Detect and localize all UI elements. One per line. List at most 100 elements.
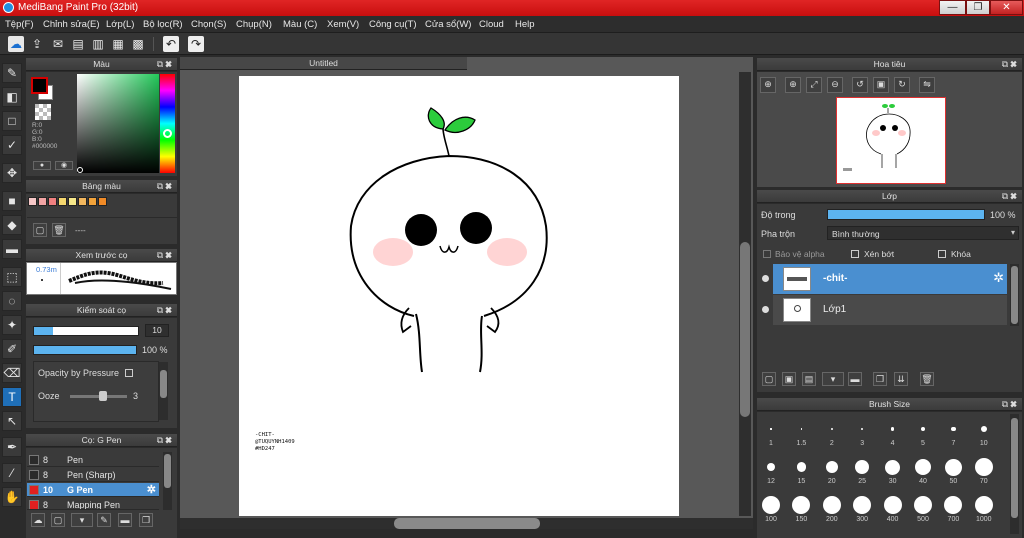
select-eraser-icon[interactable]: ⌫: [2, 363, 22, 383]
brush-size-dot[interactable]: [914, 496, 932, 514]
maximize-button[interactable]: ❐: [966, 0, 990, 15]
panel-buttons[interactable]: ⧉✖: [157, 58, 174, 71]
brush-size-dot[interactable]: [822, 496, 841, 514]
canvas-tab[interactable]: Untitled: [180, 57, 467, 70]
fill-rect-icon[interactable]: ■: [2, 191, 22, 211]
brush-size-slider[interactable]: [33, 326, 139, 336]
magic-wand-icon[interactable]: ✦: [2, 315, 22, 335]
zoom-fit-icon[interactable]: ⊕: [760, 77, 776, 93]
menu-filter[interactable]: Bộ lọc(R): [143, 19, 183, 30]
canvas-horizontal-scrollbar[interactable]: [180, 518, 753, 529]
palette-color-swatch[interactable]: [38, 197, 47, 206]
menu-cloud[interactable]: Cloud: [479, 19, 504, 30]
redo-icon[interactable]: ↷: [188, 36, 204, 52]
hand-icon[interactable]: ✋: [2, 487, 22, 507]
brush-item-mapping-pen[interactable]: 8 Mapping Pen: [27, 498, 159, 510]
brush-control-scrollbar[interactable]: [159, 362, 168, 420]
select-pen-icon[interactable]: ✓: [2, 135, 22, 155]
layer-visibility-icon[interactable]: [762, 275, 769, 282]
layer-scrollbar[interactable]: [1010, 264, 1019, 326]
menu-edit[interactable]: Chỉnh sửa(E): [43, 19, 100, 30]
duplicate-layer-icon[interactable]: ❐: [873, 372, 887, 386]
lasso-icon[interactable]: ◌: [2, 291, 22, 311]
scroll-thumb[interactable]: [164, 454, 171, 488]
menu-help[interactable]: Help: [515, 19, 535, 30]
layer-item-layer1[interactable]: Lớp1: [773, 295, 1007, 325]
brush-icon[interactable]: ✎: [2, 63, 22, 83]
opacity-pressure-checkbox[interactable]: [125, 369, 133, 377]
palette-color-swatch[interactable]: [48, 197, 57, 206]
scroll-thumb[interactable]: [160, 370, 167, 398]
brush-menu-icon[interactable]: ▾: [71, 513, 93, 527]
document-icon[interactable]: ▤: [70, 36, 86, 52]
page-icon[interactable]: ▥: [90, 36, 106, 52]
close-button[interactable]: ✕: [990, 0, 1023, 15]
edit-brush-icon[interactable]: ✎: [97, 513, 111, 527]
lock-checkbox[interactable]: [938, 250, 946, 258]
brush-size-dot[interactable]: [830, 428, 833, 430]
palette-color-swatch[interactable]: [58, 197, 67, 206]
protect-alpha-checkbox[interactable]: [763, 250, 771, 258]
rotate-left-icon[interactable]: ↺: [852, 77, 868, 93]
canvas-vertical-scrollbar[interactable]: [739, 72, 751, 516]
scroll-thumb[interactable]: [1011, 418, 1018, 518]
scroll-thumb[interactable]: [740, 242, 750, 417]
brush-opacity-slider[interactable]: [33, 345, 137, 355]
menu-color[interactable]: Màu (C): [283, 19, 317, 30]
frame-icon[interactable]: ▩: [130, 36, 146, 52]
panel-buttons[interactable]: ⧉✖: [157, 180, 174, 193]
merge-layer-icon[interactable]: ⇊: [894, 372, 908, 386]
brush-size-dot[interactable]: [944, 458, 962, 476]
marquee-icon[interactable]: ⬚: [2, 267, 22, 287]
copy-brush-icon[interactable]: ❐: [139, 513, 153, 527]
panel-buttons[interactable]: ⧉✖: [157, 434, 174, 447]
transparent-color-swatch[interactable]: [35, 104, 51, 120]
clipping-checkbox[interactable]: [851, 250, 859, 258]
panel-buttons[interactable]: ⧉✖: [1002, 58, 1019, 71]
actual-size-icon[interactable]: ▣: [873, 77, 889, 93]
gear-icon[interactable]: ✲: [147, 483, 156, 496]
menu-file[interactable]: Tệp(F): [5, 19, 34, 30]
color-picker-icon[interactable]: ◉: [55, 161, 73, 170]
brush-size-dot[interactable]: [800, 428, 803, 430]
brush-item-pen-sharp[interactable]: 8 Pen (Sharp): [27, 468, 159, 482]
brush-size-dot[interactable]: [951, 426, 956, 432]
zoom-in-icon[interactable]: ⊕: [785, 77, 801, 93]
minimize-button[interactable]: —: [939, 0, 966, 15]
bucket-icon[interactable]: ◆: [2, 215, 22, 235]
text-icon[interactable]: T: [2, 387, 22, 407]
gear-icon[interactable]: ✲: [993, 270, 1004, 286]
palette-color-swatch[interactable]: [78, 197, 87, 206]
blend-mode-select[interactable]: Bình thường ▾: [827, 226, 1019, 240]
ooze-handle[interactable]: [99, 391, 107, 401]
select-brush-icon[interactable]: ✐: [2, 339, 22, 359]
foreground-color-swatch[interactable]: [31, 77, 48, 94]
new-palette-icon[interactable]: ▢: [33, 223, 47, 237]
delete-layer-icon[interactable]: 🗑: [920, 372, 934, 386]
brush-size-scrollbar[interactable]: [1010, 414, 1019, 534]
grid-icon[interactable]: ▦: [110, 36, 126, 52]
panel-buttons[interactable]: ⧉✖: [1002, 398, 1019, 411]
navigator-preview[interactable]: [836, 97, 946, 184]
eyedropper-icon[interactable]: ⁄: [2, 463, 22, 483]
layer-visibility-icon[interactable]: [762, 306, 769, 313]
undo-icon[interactable]: ↶: [163, 36, 179, 52]
cloud-icon[interactable]: ☁: [8, 36, 24, 52]
brush-size-dot[interactable]: [974, 458, 993, 476]
layer-item-chit[interactable]: -chit- ✲: [773, 264, 1007, 294]
brush-size-dot[interactable]: [796, 462, 806, 472]
cloud-brush-icon[interactable]: ☁: [31, 513, 45, 527]
drawing-canvas[interactable]: [239, 76, 679, 516]
gradient-icon[interactable]: ▬: [2, 239, 22, 259]
palette-color-swatch[interactable]: [88, 197, 97, 206]
new-layer-icon[interactable]: ▢: [762, 372, 776, 386]
eraser-icon[interactable]: ◧: [2, 87, 22, 107]
palette-color-swatch[interactable]: [68, 197, 77, 206]
rectangle-icon[interactable]: □: [2, 111, 22, 131]
hue-slider[interactable]: [160, 74, 175, 173]
brush-list-scrollbar[interactable]: [163, 452, 172, 510]
dropper-icon[interactable]: ✒: [2, 437, 22, 457]
panel-buttons[interactable]: ⧉✖: [1002, 190, 1019, 203]
comment-icon[interactable]: ✉: [50, 36, 66, 52]
palette-color-swatch[interactable]: [28, 197, 37, 206]
